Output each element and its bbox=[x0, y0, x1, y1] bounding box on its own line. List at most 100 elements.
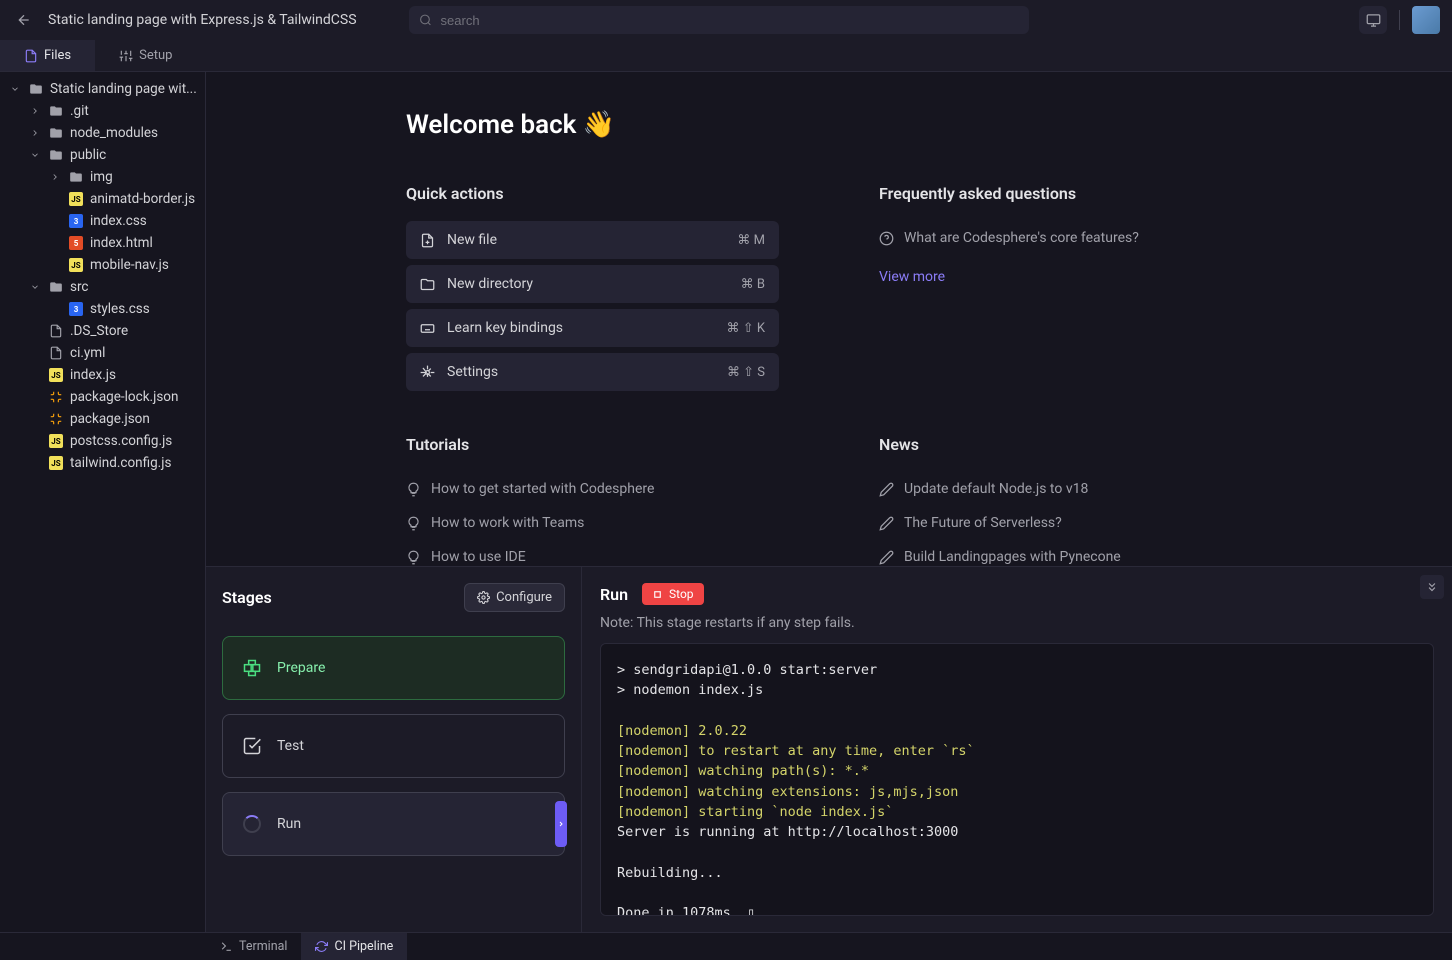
tree-src[interactable]: src bbox=[0, 276, 205, 298]
tree-img[interactable]: img bbox=[0, 166, 205, 188]
news-label: Update default Node.js to v18 bbox=[904, 481, 1088, 497]
view-more-link[interactable]: View more bbox=[879, 269, 1252, 285]
file-icon bbox=[48, 345, 64, 361]
tree-index-html[interactable]: 5 index.html bbox=[0, 232, 205, 254]
tree-mobile-nav[interactable]: JS mobile-nav.js bbox=[0, 254, 205, 276]
tree-package-json[interactable]: package.json bbox=[0, 408, 205, 430]
footer-tab-label: Terminal bbox=[239, 939, 287, 954]
news-item[interactable]: The Future of Serverless? bbox=[879, 506, 1252, 540]
tree-git[interactable]: .git bbox=[0, 100, 205, 122]
tree-node-modules[interactable]: node_modules bbox=[0, 122, 205, 144]
qa-settings[interactable]: Settings ⌘ ⇧ S bbox=[406, 353, 779, 391]
configure-button[interactable]: Configure bbox=[464, 583, 565, 612]
tutorial-label: How to get started with Codesphere bbox=[431, 481, 654, 497]
file-tree: Static landing page wit... .git node_mod… bbox=[0, 72, 206, 932]
stage-label: Prepare bbox=[277, 660, 325, 676]
css-icon: 3 bbox=[68, 301, 84, 317]
folder-icon bbox=[48, 279, 64, 295]
folder-icon bbox=[48, 147, 64, 163]
js-icon: JS bbox=[68, 191, 84, 207]
qa-new-dir[interactable]: New directory ⌘ B bbox=[406, 265, 779, 303]
chevron-down-icon bbox=[8, 82, 22, 96]
back-button[interactable] bbox=[12, 8, 36, 32]
qa-label: Settings bbox=[447, 364, 498, 380]
tree-index-css[interactable]: 3 index.css bbox=[0, 210, 205, 232]
tree-label: styles.css bbox=[90, 301, 150, 317]
qa-key-bindings[interactable]: Learn key bindings ⌘ ⇧ K bbox=[406, 309, 779, 347]
qa-label: Learn key bindings bbox=[447, 320, 563, 336]
stage-prepare[interactable]: Prepare bbox=[222, 636, 565, 700]
tree-label: index.js bbox=[70, 367, 116, 383]
edit-icon bbox=[879, 482, 894, 497]
keyboard-icon bbox=[420, 321, 435, 336]
run-note: Note: This stage restarts if any step fa… bbox=[600, 615, 1434, 631]
search-input[interactable] bbox=[409, 6, 1029, 34]
tab-setup-label: Setup bbox=[139, 48, 172, 63]
tutorial-item[interactable]: How to work with Teams bbox=[406, 506, 779, 540]
tab-files[interactable]: Files bbox=[0, 40, 95, 71]
tree-label: public bbox=[70, 147, 106, 163]
tree-label: postcss.config.js bbox=[70, 433, 172, 449]
run-title: Run bbox=[600, 585, 628, 604]
lightbulb-icon bbox=[406, 516, 421, 531]
tree-label: node_modules bbox=[70, 125, 158, 141]
js-icon: JS bbox=[48, 433, 64, 449]
tree-tailwind[interactable]: JS tailwind.config.js bbox=[0, 452, 205, 474]
stage-label: Run bbox=[277, 816, 301, 832]
gear-icon bbox=[477, 591, 490, 604]
tree-public[interactable]: public bbox=[0, 144, 205, 166]
tree-animatd-border[interactable]: JS animatd-border.js bbox=[0, 188, 205, 210]
qa-new-file[interactable]: New file ⌘ M bbox=[406, 221, 779, 259]
tree-label: .DS_Store bbox=[70, 323, 128, 339]
tree-postcss[interactable]: JS postcss.config.js bbox=[0, 430, 205, 452]
tree-label: img bbox=[90, 169, 113, 185]
tree-label: index.css bbox=[90, 213, 147, 229]
qa-shortcut: ⌘ ⇧ S bbox=[727, 365, 765, 380]
file-icon bbox=[24, 49, 38, 63]
stage-label: Test bbox=[277, 738, 304, 754]
stage-run[interactable]: Run bbox=[222, 792, 565, 856]
tree-index-js[interactable]: JS index.js bbox=[0, 364, 205, 386]
footer-tab-terminal[interactable]: Terminal bbox=[206, 933, 301, 960]
tutorial-label: How to use IDE bbox=[431, 549, 526, 565]
file-plus-icon bbox=[420, 233, 435, 248]
preview-button[interactable] bbox=[1359, 6, 1387, 34]
qa-label: New file bbox=[447, 232, 497, 248]
lightbulb-icon bbox=[406, 482, 421, 497]
html-icon: 5 bbox=[68, 235, 84, 251]
footer-tab-ci[interactable]: CI Pipeline bbox=[301, 933, 407, 960]
stage-test[interactable]: Test bbox=[222, 714, 565, 778]
qa-label: New directory bbox=[447, 276, 533, 292]
collapse-panel-button[interactable] bbox=[1420, 575, 1444, 599]
tab-setup[interactable]: Setup bbox=[95, 40, 196, 71]
news-item[interactable]: Update default Node.js to v18 bbox=[879, 472, 1252, 506]
folder-plus-icon bbox=[420, 277, 435, 292]
tree-ci-yml[interactable]: ci.yml bbox=[0, 342, 205, 364]
tutorial-item[interactable]: How to get started with Codesphere bbox=[406, 472, 779, 506]
news-label: Build Landingpages with Pynecone bbox=[904, 549, 1121, 565]
tree-ds-store[interactable]: .DS_Store bbox=[0, 320, 205, 342]
package-icon bbox=[241, 657, 263, 679]
help-icon bbox=[879, 231, 894, 246]
stop-label: Stop bbox=[669, 587, 694, 601]
edit-icon bbox=[879, 550, 894, 565]
chevron-down-icon bbox=[28, 148, 42, 162]
terminal-icon bbox=[220, 940, 233, 953]
tree-root[interactable]: Static landing page wit... bbox=[0, 78, 205, 100]
tree-package-lock[interactable]: package-lock.json bbox=[0, 386, 205, 408]
footer-tab-label: CI Pipeline bbox=[334, 939, 393, 954]
stage-expand-handle[interactable] bbox=[555, 801, 567, 847]
avatar[interactable] bbox=[1412, 6, 1440, 34]
divider bbox=[1399, 10, 1400, 30]
news-item[interactable]: Build Landingpages with Pynecone bbox=[879, 540, 1252, 566]
gear-icon bbox=[420, 365, 435, 380]
tree-styles-css[interactable]: 3 styles.css bbox=[0, 298, 205, 320]
stop-button[interactable]: Stop bbox=[642, 583, 704, 605]
tutorial-item[interactable]: How to use IDE bbox=[406, 540, 779, 566]
news-title: News bbox=[879, 435, 1252, 454]
terminal-output[interactable]: > sendgridapi@1.0.0 start:server > nodem… bbox=[600, 643, 1434, 916]
welcome-title: Welcome back 👋 bbox=[406, 110, 1252, 140]
faq-item[interactable]: What are Codesphere's core features? bbox=[879, 221, 1252, 255]
js-icon: JS bbox=[48, 455, 64, 471]
css-icon: 3 bbox=[68, 213, 84, 229]
